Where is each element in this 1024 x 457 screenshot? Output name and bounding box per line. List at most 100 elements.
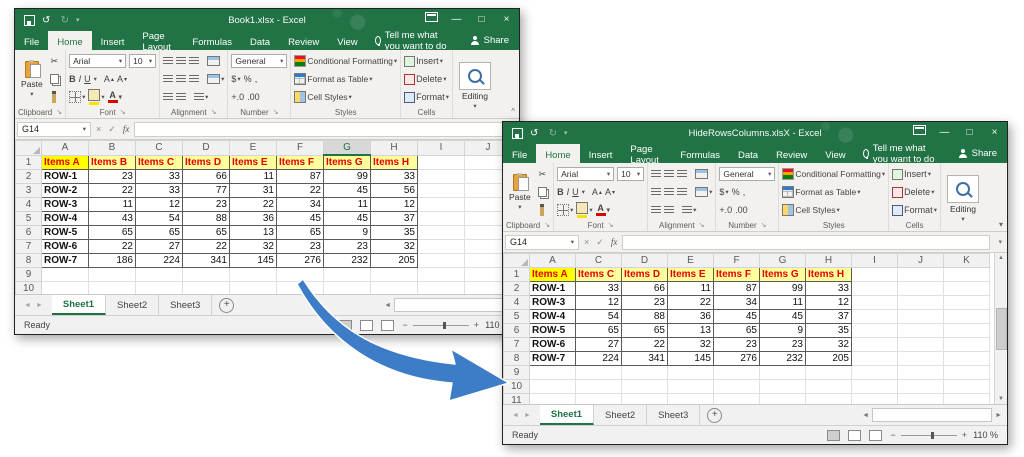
column-header-C[interactable]: C [136,141,183,156]
sheet-nav-right-icon[interactable]: ► [524,412,531,419]
cell[interactable]: 11 [230,170,277,184]
cell[interactable] [418,198,465,212]
cell[interactable]: Items D [183,155,230,170]
hscroll-right-icon[interactable]: ► [995,412,1002,419]
font-dialog-launcher[interactable]: ↘ [608,221,614,229]
orientation-icon[interactable] [695,169,708,179]
cell[interactable] [760,366,806,380]
number-format-combo[interactable]: General▾ [719,167,775,181]
percent-style-button[interactable]: % [244,74,252,84]
row-header-11[interactable]: 11 [504,394,530,405]
cell[interactable] [760,380,806,394]
cell[interactable] [944,394,990,405]
cell[interactable] [806,380,852,394]
cell[interactable]: 23 [324,240,371,254]
font-color-button[interactable]: A▾ [596,204,610,216]
align-bottom-icon[interactable] [677,170,687,178]
page-break-view-button[interactable] [381,320,394,331]
minimize-button[interactable]: — [932,122,957,144]
cell[interactable]: 45 [324,184,371,198]
new-sheet-button[interactable]: + [219,298,234,313]
decrease-decimal-button[interactable]: .00 [247,92,260,102]
cell[interactable] [898,366,944,380]
cell[interactable] [898,282,944,296]
shrink-font-button[interactable]: A▾ [605,187,615,197]
format-as-table-button[interactable]: Format as Table▾ [294,73,372,85]
increase-indent-icon[interactable] [176,93,186,101]
sheet-nav-right-icon[interactable]: ► [36,302,43,309]
cell[interactable]: 65 [183,226,230,240]
tab-file[interactable]: File [503,144,536,163]
zoom-out-button[interactable]: − [890,430,895,440]
cell[interactable]: 88 [622,310,668,324]
cell[interactable]: 13 [230,226,277,240]
cell[interactable]: 65 [136,226,183,240]
close-button[interactable]: × [494,9,519,31]
align-center-icon[interactable] [664,188,674,196]
cell[interactable]: 32 [668,338,714,352]
format-cells-button[interactable]: Format▾ [404,92,449,103]
cell[interactable]: 276 [714,352,760,366]
cell[interactable]: 56 [371,184,418,198]
cell[interactable]: ROW-3 [42,198,89,212]
close-button[interactable]: × [982,122,1007,144]
cell[interactable]: ROW-7 [42,254,89,268]
cell[interactable]: 12 [576,296,622,310]
column-header-I[interactable]: I [418,141,465,156]
format-cells-button[interactable]: Format▾ [892,205,937,216]
cell[interactable]: 36 [668,310,714,324]
row-header-4[interactable]: 4 [16,198,42,212]
cell[interactable] [714,366,760,380]
cell[interactable] [852,394,898,405]
cell[interactable]: 45 [324,212,371,226]
column-header-C[interactable]: C [576,254,622,268]
percent-style-button[interactable]: % [732,187,740,197]
row-header-7[interactable]: 7 [504,338,530,352]
collapse-ribbon-button[interactable]: ^ [511,107,515,116]
tab-home[interactable]: Home [536,144,579,163]
vertical-scroll-thumb[interactable] [996,308,1007,350]
cell[interactable] [714,380,760,394]
cell[interactable]: 9 [324,226,371,240]
cell[interactable]: Items A [42,155,89,170]
share-button[interactable]: Share [949,144,1007,163]
wrap-text-button[interactable]: ▾ [682,206,696,214]
cell[interactable]: 11 [668,282,714,296]
comma-style-button[interactable]: , [255,74,258,84]
cell[interactable]: 22 [230,198,277,212]
font-dialog-launcher[interactable]: ↘ [120,108,126,116]
cell[interactable]: 66 [183,170,230,184]
row-header-2[interactable]: 2 [504,282,530,296]
cell[interactable] [418,212,465,226]
font-size-combo[interactable]: 10▾ [617,167,644,181]
save-icon[interactable] [24,15,35,26]
insert-function-button[interactable]: fx [611,237,618,247]
conditional-formatting-button[interactable]: Conditional Formatting▾ [782,168,885,180]
scroll-up-icon[interactable]: ▲ [998,255,1004,261]
cell[interactable]: 276 [277,254,324,268]
maximize-button[interactable]: □ [957,122,982,144]
cell[interactable] [806,394,852,405]
cell[interactable]: 87 [277,170,324,184]
decrease-indent-icon[interactable] [163,93,173,101]
cell[interactable] [418,170,465,184]
cell[interactable]: 65 [576,324,622,338]
clipboard-dialog-launcher[interactable]: ↘ [544,221,550,229]
tab-data[interactable]: Data [241,31,279,50]
cell[interactable] [324,282,371,295]
cell[interactable]: 224 [136,254,183,268]
sheet-tab-sheet1[interactable]: Sheet1 [540,405,594,425]
zoom-slider[interactable] [413,325,469,326]
cell[interactable] [576,394,622,405]
cell[interactable]: ROW-4 [42,212,89,226]
cell[interactable]: 22 [89,240,136,254]
cell[interactable]: 88 [183,212,230,226]
align-left-icon[interactable] [651,188,661,196]
insert-cells-button[interactable]: Insert▾ [404,56,443,67]
cell[interactable]: ROW-4 [530,310,576,324]
name-box[interactable]: G14▾ [17,122,91,137]
undo-button[interactable]: ↺▾ [42,15,54,26]
cell[interactable]: 145 [230,254,277,268]
cell[interactable]: Items C [136,155,183,170]
cell[interactable] [418,226,465,240]
